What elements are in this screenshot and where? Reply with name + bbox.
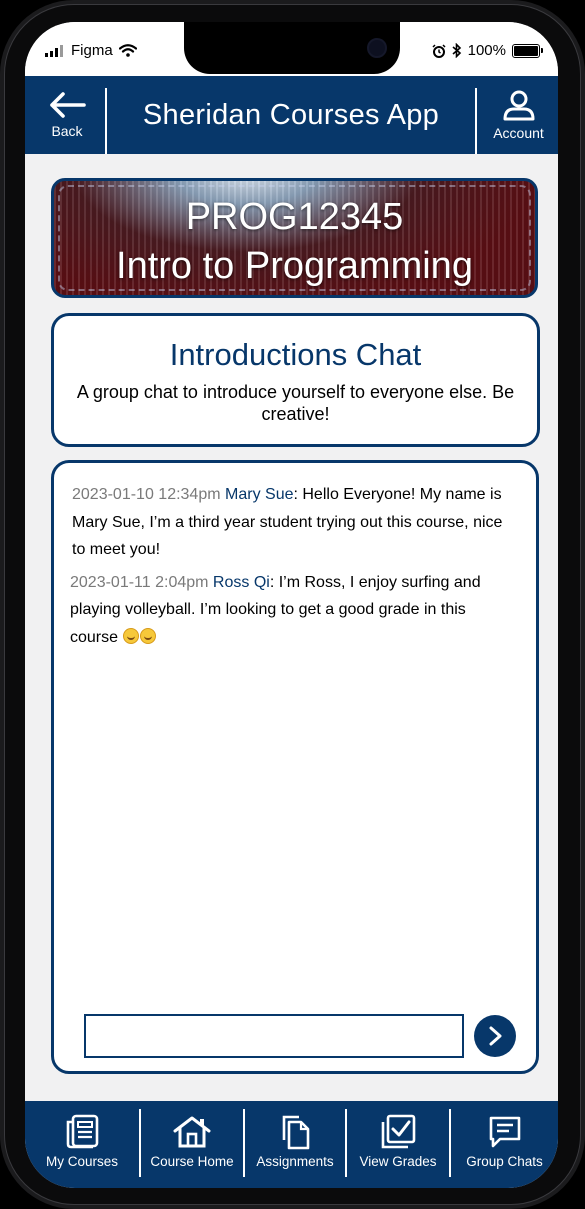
chat-icon — [489, 1116, 520, 1148]
checkbox-icon — [381, 1114, 416, 1149]
phone-frame: Figma 100% Back Sheridan Courses App Acc… — [0, 0, 585, 1209]
nav-label: My Courses — [45, 1154, 118, 1169]
nav-label: Assignments — [256, 1154, 334, 1169]
chat-message: 2023-01-10 12:34pm Mary Sue: Hello Every… — [72, 486, 503, 558]
documents-icon — [282, 1115, 310, 1150]
nav-label: View Grades — [359, 1154, 437, 1169]
message-timestamp: 2023-01-11 2:04pm — [70, 573, 209, 591]
bluetooth-icon — [452, 43, 461, 58]
wifi-icon — [118, 44, 137, 57]
nav-label: Group Chats — [466, 1154, 543, 1169]
chat-info-card: Introductions Chat A group chat to intro… — [51, 313, 540, 447]
grinning-face-icon — [140, 627, 157, 644]
chat-panel: 2023-01-10 12:34pm Mary Sue: Hello Every… — [51, 460, 539, 1074]
newspaper-icon — [66, 1114, 99, 1149]
front-camera — [367, 38, 387, 58]
app-header: Back Sheridan Courses App Account — [25, 76, 558, 154]
alarm-icon — [432, 43, 446, 58]
nav-label: Course Home — [150, 1154, 234, 1169]
carrier-name: Figma — [71, 42, 113, 59]
nav-course-home[interactable]: Course Home — [141, 1101, 243, 1181]
message-author[interactable]: Mary Sue — [225, 486, 293, 503]
header-divider — [475, 88, 477, 154]
battery-icon — [512, 43, 543, 58]
camera-notch — [184, 22, 400, 74]
nav-view-grades[interactable]: View Grades — [347, 1101, 449, 1181]
nav-group-chats[interactable]: Group Chats — [451, 1101, 558, 1181]
course-code: PROG12345 — [185, 196, 404, 238]
app-title: Sheridan Courses App — [142, 98, 440, 131]
course-name: Intro to Programming — [116, 245, 473, 287]
app-screen: Figma 100% Back Sheridan Courses App Acc… — [25, 22, 558, 1188]
back-label: Back — [51, 123, 83, 139]
account-button[interactable]: Account — [479, 76, 558, 154]
message-input[interactable] — [84, 1014, 464, 1058]
message-author[interactable]: Ross Qi — [213, 574, 270, 591]
header-divider — [105, 88, 107, 154]
chat-message: 2023-01-11 2:04pm Ross Qi: I’m Ross, I e… — [70, 573, 481, 646]
signal-icon — [45, 44, 63, 57]
status-right: 100% — [432, 42, 543, 59]
status-bar: Figma 100% — [25, 22, 558, 76]
home-icon — [173, 1116, 211, 1148]
chat-description: A group chat to introduce yourself to ev… — [76, 382, 515, 424]
nav-assignments[interactable]: Assignments — [245, 1101, 345, 1181]
back-button[interactable]: Back — [31, 76, 103, 154]
message-timestamp: 2023-01-10 12:34pm — [72, 486, 221, 503]
user-icon — [503, 90, 534, 121]
grinning-face-icon — [123, 627, 140, 644]
status-left: Figma — [45, 42, 137, 59]
nav-my-courses[interactable]: My Courses — [25, 1101, 139, 1181]
send-button[interactable] — [474, 1015, 516, 1057]
bottom-nav: My Courses Course Home Assignments View … — [25, 1101, 558, 1188]
arrow-left-icon — [50, 92, 86, 118]
chevron-right-icon — [489, 1026, 502, 1046]
message-list[interactable]: 2023-01-10 12:34pm Mary Sue: Hello Every… — [70, 481, 516, 656]
chat-title: Introductions Chat — [169, 337, 422, 372]
account-label: Account — [493, 125, 544, 141]
course-banner: PROG12345 Intro to Programming — [51, 178, 538, 298]
battery-percent: 100% — [467, 42, 506, 59]
